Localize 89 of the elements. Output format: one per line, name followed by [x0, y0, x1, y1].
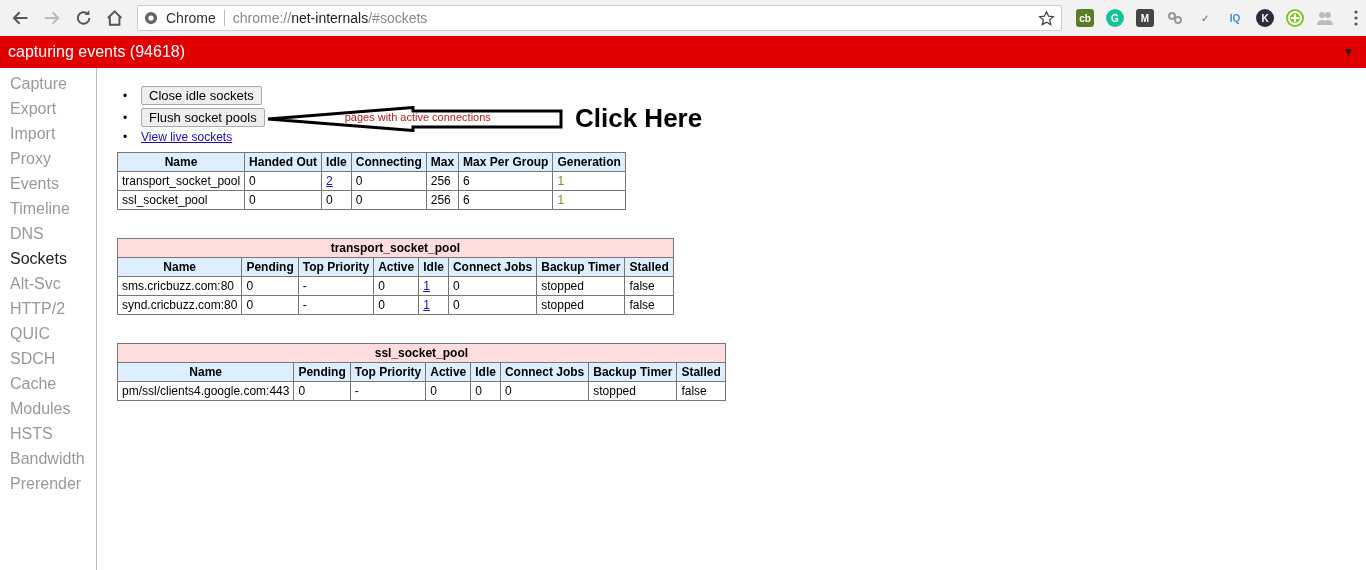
live-sockets-link[interactable]: View live sockets	[141, 130, 233, 144]
table-link[interactable]: 1	[423, 279, 430, 293]
table-cell: sms.cricbuzz.com:80	[117, 276, 242, 296]
table-cell: 0	[470, 381, 501, 401]
table-cell: stopped	[536, 295, 625, 315]
table-cell: 0	[241, 276, 299, 296]
extension-icon[interactable]: ✓	[1196, 9, 1214, 27]
table-cell: 0	[351, 171, 427, 191]
table-cell: synd.cricbuzz.com:80	[117, 295, 242, 315]
extension-icon[interactable]: cb	[1076, 9, 1094, 27]
sidebar-item[interactable]: Capture	[10, 71, 96, 96]
action-button[interactable]: Flush socket pools	[141, 108, 265, 127]
sidebar-item[interactable]: Sockets	[10, 246, 96, 271]
column-header: Name	[117, 152, 245, 172]
extension-icon[interactable]: IQ	[1226, 9, 1244, 27]
table-cell: 6	[458, 190, 553, 210]
sidebar-item[interactable]: Timeline	[10, 196, 96, 221]
column-header: Generation	[552, 152, 626, 172]
url-text: chrome://net-internals/#sockets	[232, 10, 429, 26]
sidebar-item[interactable]: Bandwidth	[10, 446, 96, 471]
annotation-text: Click Here	[575, 103, 703, 134]
table-cell: 6	[458, 171, 553, 191]
address-bar[interactable]: Chrome chrome://net-internals/#sockets	[137, 5, 1062, 31]
extension-icon[interactable]	[1166, 9, 1184, 27]
sidebar-item[interactable]: Alt-Svc	[10, 271, 96, 296]
sidebar-item[interactable]: Import	[10, 121, 96, 146]
status-text: capturing events (94618)	[8, 43, 185, 61]
table-cell: stopped	[536, 276, 625, 296]
menu-icon[interactable]	[1354, 10, 1358, 26]
column-header: Max Per Group	[458, 152, 553, 172]
sidebar-item[interactable]: Proxy	[10, 146, 96, 171]
column-header: Connecting	[351, 152, 427, 172]
table-cell: -	[350, 381, 426, 401]
column-header: Handed Out	[244, 152, 322, 172]
table-cell: 0	[241, 295, 299, 315]
sidebar-item[interactable]: DNS	[10, 221, 96, 246]
table-cell: 0	[448, 276, 537, 296]
table-cell: 0	[425, 381, 471, 401]
table-link[interactable]: 1	[423, 298, 430, 312]
table-cell: transport_socket_pool	[117, 171, 245, 191]
extension-icon[interactable]: K	[1256, 9, 1274, 27]
table-cell: 256	[426, 171, 459, 191]
table-cell: 0	[500, 381, 589, 401]
table-link[interactable]: 2	[326, 174, 333, 188]
sidebar-item[interactable]: SDCH	[10, 346, 96, 371]
table-cell: 0	[321, 190, 352, 210]
bullet: •	[123, 110, 129, 125]
table-cell: 1	[552, 190, 626, 210]
sidebar-item[interactable]: HSTS	[10, 421, 96, 446]
table-cell: 0	[448, 295, 537, 315]
table-cell: false	[624, 295, 674, 315]
table-cell: false	[676, 381, 726, 401]
column-header: Max	[426, 152, 459, 172]
table-cell: ssl_socket_pool	[117, 190, 245, 210]
sidebar-item[interactable]: Modules	[10, 396, 96, 421]
action-button[interactable]: Close idle sockets	[141, 86, 262, 105]
table-cell: 256	[426, 190, 459, 210]
sidebar-item[interactable]: Events	[10, 171, 96, 196]
sidebar-item[interactable]: Prerender	[10, 471, 96, 496]
bullet: •	[123, 88, 129, 103]
table-cell: 0	[373, 295, 419, 315]
extension-icon[interactable]: G	[1106, 9, 1124, 27]
table-title: transport_socket_pool	[117, 238, 674, 258]
table-cell: -	[298, 295, 374, 315]
sidebar-item[interactable]: Cache	[10, 371, 96, 396]
home-icon[interactable]	[104, 8, 124, 28]
sidebar-item[interactable]: QUIC	[10, 321, 96, 346]
extension-icon[interactable]: M	[1136, 9, 1154, 27]
table-cell: 0	[293, 381, 351, 401]
star-icon[interactable]	[1038, 9, 1055, 27]
table-cell: 0	[244, 171, 322, 191]
table-cell: 0	[351, 190, 427, 210]
table-cell: false	[624, 276, 674, 296]
site-label: Chrome	[166, 10, 225, 26]
table-cell: 1	[552, 171, 626, 191]
bullet: •	[123, 130, 129, 144]
table-cell: pm/ssl/clients4.google.com:443	[117, 381, 294, 401]
caret-icon[interactable]: ▼	[1345, 47, 1352, 57]
sidebar-item[interactable]: HTTP/2	[10, 296, 96, 321]
table-cell: 0	[373, 276, 419, 296]
warning-text: pages with active connections	[344, 112, 491, 123]
column-header: Name	[117, 257, 242, 277]
table-title: ssl_socket_pool	[117, 343, 726, 363]
table-cell: -	[298, 276, 374, 296]
column-header: Idle	[321, 152, 352, 172]
table-cell: 0	[244, 190, 322, 210]
chrome-icon	[144, 11, 158, 25]
sidebar-item[interactable]: Export	[10, 96, 96, 121]
table-cell: stopped	[588, 381, 677, 401]
